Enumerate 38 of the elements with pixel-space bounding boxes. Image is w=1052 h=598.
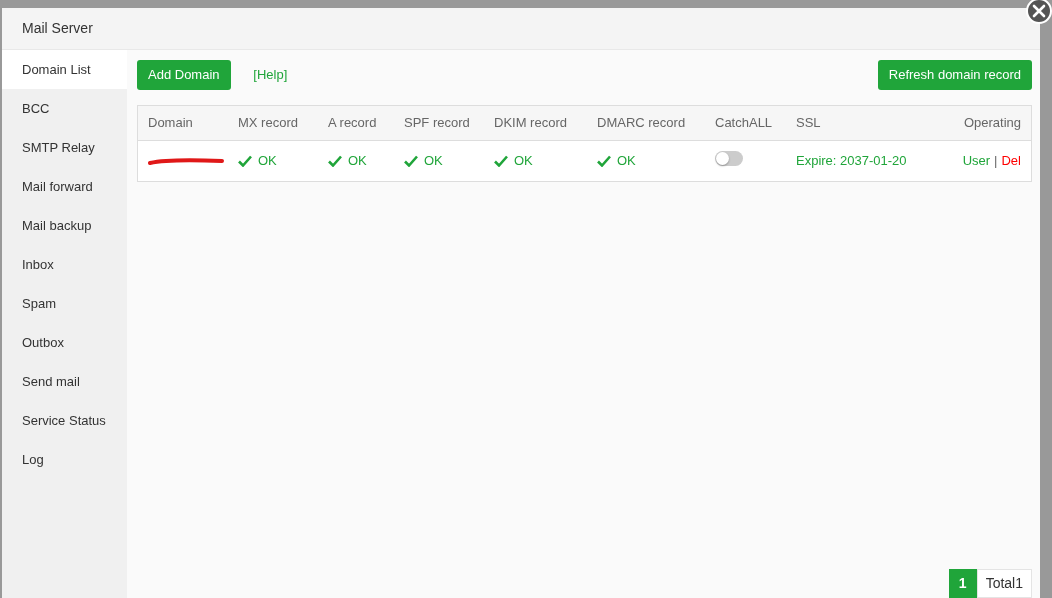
- column-header: Operating: [963, 114, 1021, 133]
- status-text: OK: [258, 152, 277, 171]
- column-header: DKIM record: [494, 114, 568, 133]
- check-icon: [328, 155, 342, 167]
- check-icon: [238, 155, 252, 167]
- sidebar-item[interactable]: Log: [2, 440, 127, 479]
- status-text: OK: [348, 152, 367, 171]
- status-text: OK: [617, 152, 636, 171]
- check-icon: [597, 155, 611, 167]
- column-header: Domain: [148, 114, 194, 133]
- sidebar-item[interactable]: Spam: [2, 284, 127, 323]
- close-icon: [1032, 4, 1046, 18]
- sidebar-item[interactable]: Mail backup: [2, 206, 127, 245]
- column-header: DMARC record: [597, 114, 687, 133]
- column-header: CatchALL: [715, 114, 774, 133]
- status-text: OK: [514, 152, 533, 171]
- toggle-switch[interactable]: [715, 150, 743, 166]
- check-icon: [494, 155, 508, 167]
- column-header: MX record: [238, 114, 299, 133]
- sidebar-item[interactable]: Service Status: [2, 401, 127, 440]
- sidebar-item[interactable]: Outbox: [2, 323, 127, 362]
- delete-link[interactable]: Del: [1001, 151, 1021, 171]
- sidebar-item[interactable]: SMTP Relay: [2, 128, 127, 167]
- window-title: Mail Server: [22, 19, 93, 38]
- separator: |: [994, 152, 998, 171]
- sidebar-item[interactable]: Inbox: [2, 245, 127, 284]
- sidebar-item[interactable]: Domain List: [2, 50, 127, 89]
- total-count: Total1: [976, 569, 1032, 598]
- check-icon: [404, 155, 418, 167]
- close-button[interactable]: [1026, 0, 1052, 24]
- sidebar-item[interactable]: BCC: [2, 89, 127, 128]
- ssl-expiry: Expire: 2037-01-20: [796, 152, 908, 171]
- sidebar-item[interactable]: Mail forward: [2, 167, 127, 206]
- column-header: SSL: [796, 114, 822, 133]
- status-text: OK: [424, 152, 443, 171]
- column-header: A record: [328, 114, 378, 133]
- column-header: SPF record: [404, 114, 471, 133]
- sidebar-item[interactable]: Send mail: [2, 362, 127, 401]
